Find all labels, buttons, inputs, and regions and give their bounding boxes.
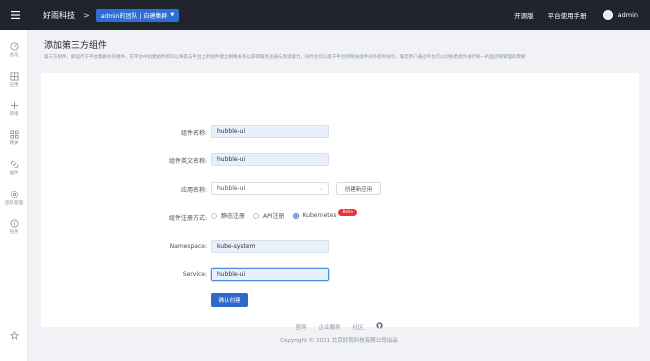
namespace-value: kube-system [217,243,256,250]
radio-static-registration[interactable]: 静态注册 [211,211,245,220]
info-icon [9,219,19,228]
app-name-select[interactable]: hubble-ui ⌄ [211,182,329,195]
main-content: 添加第三方组件 第三方组件，即运行于平台集群外的组件，在平台中创建组件即可以将其… [28,30,650,361]
component-en-name-input[interactable]: hubble-ui [211,153,329,166]
register-mode-label: 组件注册方式: [168,215,207,222]
component-name-label: 组件名称: [180,130,207,137]
footer-links: 官网 企业服务 社区 [28,322,650,331]
namespace-label: Namespace: [169,243,207,250]
app-name-value: hubble-ui [217,185,246,192]
sidebar-item-label: 新增 [9,112,19,117]
radio-kubernetes[interactable]: Kubernetes [292,212,337,219]
confirm-create-button[interactable]: 确认创建 [211,293,248,307]
page-title: 添加第三方组件 [44,41,108,51]
sidebar-item-overview[interactable]: 总览 [0,42,28,58]
radio-label: API注册 [263,213,285,220]
topbar-right: 开源版 平台使用手册 admin [500,10,650,20]
app-name-label: 应用名称: [180,187,207,194]
radio-dot [253,212,260,219]
page-description: 第三方组件，即运行于平台集群外的组件，在平台中创建组件即可以将其与平台上的组件建… [44,55,526,60]
app-icon [9,72,19,81]
sidebar-item-label: 插件 [9,171,19,176]
namespace-input[interactable]: kube-system [211,240,329,253]
avatar[interactable] [602,10,613,20]
copyright-text: Copyright © 2021 北京好雨科技有限公司出品 [280,338,398,344]
manual-link[interactable]: 平台使用手册 [548,10,587,20]
top-navigation-bar: 好雨科技 > admin的团队 | 自建集群 ▼ 开源版 平台使用手册 admi… [0,0,650,30]
team-cluster-label: admin的团队 | 自建集群 [100,12,168,20]
github-icon[interactable] [375,322,383,331]
sidebar-item-label: 网关 [9,141,19,146]
sidebar-item-label: 任务 [9,230,19,235]
radio-dot [211,212,217,219]
component-en-name-value: hubble-ui [217,156,246,163]
component-en-name-label: 组件英文名称: [168,158,207,165]
sidebar-favorite[interactable] [0,331,28,340]
gear-icon [10,190,18,199]
plugin-icon [10,160,18,169]
sidebar-item-gateway[interactable]: 网关 [0,130,28,146]
footer-link-community[interactable]: 社区 [353,323,364,331]
radio-label: Kubernetes [302,212,337,219]
create-app-button[interactable]: 创建新应用 [336,182,381,195]
sidebar-item-add[interactable]: 新增 [0,101,28,117]
sidebar-item-label: 团队管理 [5,201,23,206]
radio-label: 静态注册 [221,213,246,220]
chevron-down-icon: ▼ [170,12,175,18]
chevron-down-icon: ⌄ [318,186,323,192]
beta-badge: Beta [338,209,357,216]
radio-api-registration[interactable]: API注册 [253,211,285,220]
service-label: Service: [182,271,207,278]
footer-link-official-site[interactable]: 官网 [295,323,306,331]
team-cluster-selector[interactable]: admin的团队 | 自建集群 ▼ [95,8,180,22]
breadcrumb-separator: > [83,10,90,20]
sidebar: 总览 应用 新增 网关 插件 团队管理 任务 [0,30,28,361]
plus-icon [10,101,18,110]
component-name-input[interactable]: hubble-ui [211,125,329,138]
radio-dot-selected [292,212,299,219]
form-panel: 组件名称: hubble-ui 组件英文名称: hubble-ui 应用名称: … [41,73,639,327]
user-name[interactable]: admin [618,11,638,19]
sidebar-item-plugins[interactable]: 插件 [0,160,28,176]
dashboard-icon [9,42,19,51]
sidebar-item-label: 总览 [9,53,19,58]
menu-toggle-icon[interactable] [0,0,30,30]
sidebar-item-tasks[interactable]: 任务 [0,219,28,235]
sidebar-item-apps[interactable]: 应用 [0,72,28,88]
sidebar-item-label: 应用 [9,83,19,88]
register-mode-radio-group: 静态注册 API注册 Kubernetes Beta [211,209,357,220]
service-input[interactable]: hubble-ui [211,268,329,281]
brand-name[interactable]: 好雨科技 [43,10,75,21]
component-name-value: hubble-ui [217,128,246,135]
service-value: hubble-ui [217,271,246,278]
sidebar-item-team-management[interactable]: 团队管理 [0,190,28,206]
footer-link-enterprise[interactable]: 企业服务 [318,323,340,331]
open-source-link[interactable]: 开源版 [514,10,534,20]
gateway-icon [9,130,19,139]
star-icon [9,331,19,340]
